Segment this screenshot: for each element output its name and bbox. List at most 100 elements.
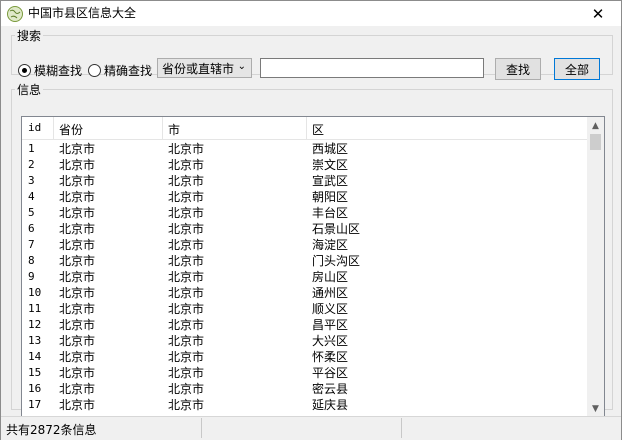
list-item[interactable]: 14 北京市 北京市 怀柔区 [22,349,587,365]
cell-district: 门头沟区 [312,254,361,268]
column-divider[interactable] [162,117,163,139]
cell-province: 北京市 [59,286,96,300]
fuzzy-search-radio[interactable]: 模糊查找 [18,62,82,79]
search-group-label: 搜索 [17,29,42,43]
list-item[interactable]: 7 北京市 北京市 海淀区 [22,237,587,253]
cell-province: 北京市 [59,270,96,284]
cell-province: 北京市 [59,318,96,332]
cell-province: 北京市 [59,350,96,364]
cell-district: 海淀区 [312,238,349,252]
fuzzy-search-label: 模糊查找 [34,64,83,78]
cell-district: 平谷区 [312,366,349,380]
status-count: 共有2872条信息 [6,423,97,437]
show-all-button[interactable]: 全部 [554,58,600,80]
cell-province: 北京市 [59,222,96,236]
cell-city: 北京市 [168,334,205,348]
list-item[interactable]: 2 北京市 北京市 崇文区 [22,157,587,173]
list-item[interactable]: 6 北京市 北京市 石景山区 [22,221,587,237]
cell-province: 北京市 [59,206,96,220]
cell-id: 8 [28,254,35,267]
list-item[interactable]: 13 北京市 北京市 大兴区 [22,333,587,349]
cell-province: 北京市 [59,158,96,172]
region-list[interactable]: id 省份 市 区 1 北京市 北京市 西城区 2 北京市 北京市 崇文区 3 北京市 北京市 宣武区… [21,116,605,418]
cell-city: 北京市 [168,142,205,156]
cell-province: 北京市 [59,302,96,316]
cell-district: 房山区 [312,270,349,284]
dropdown-value: 省份或直辖市 [162,61,235,76]
find-button[interactable]: 查找 [495,58,541,80]
cell-city: 北京市 [168,350,205,364]
globe-icon [7,6,23,22]
cell-id: 17 [28,398,42,411]
cell-city: 北京市 [168,238,205,252]
cell-city: 北京市 [168,302,205,316]
window-title: 中国市县区信息大全 [28,6,137,20]
province-dropdown[interactable]: 省份或直辖市 ⌄ [157,58,252,78]
list-item[interactable]: 5 北京市 北京市 丰台区 [22,205,587,221]
list-item[interactable]: 11 北京市 北京市 顺义区 [22,301,587,317]
list-item[interactable]: 3 北京市 北京市 宣武区 [22,173,587,189]
list-header: id 省份 市 区 [22,117,587,140]
cell-id: 11 [28,302,42,315]
column-header-province[interactable]: 省份 [59,121,83,138]
cell-city: 北京市 [168,174,205,188]
cell-city: 北京市 [168,190,205,204]
cell-district: 怀柔区 [312,350,349,364]
column-header-id[interactable]: id [28,121,41,134]
cell-district: 延庆县 [312,398,349,412]
cell-id: 2 [28,158,35,171]
cell-province: 北京市 [59,398,96,412]
search-group: 搜索 模糊查找 精确查找 省份或直辖市 ⌄ 查找 全部 [11,27,613,80]
cell-id: 14 [28,350,42,363]
cell-province: 北京市 [59,190,96,204]
column-header-district[interactable]: 区 [312,121,324,138]
title-bar[interactable]: 中国市县区信息大全 ✕ [1,1,621,26]
column-divider[interactable] [306,117,307,139]
status-divider [401,418,402,438]
list-item[interactable]: 4 北京市 北京市 朝阳区 [22,189,587,205]
main-window: 中国市县区信息大全 ✕ 搜索 模糊查找 精确查找 省份或直辖市 ⌄ 查找 全部 … [0,0,622,440]
vertical-scrollbar[interactable]: ▲ ▼ [587,117,604,417]
scroll-down-icon[interactable]: ▼ [587,400,604,417]
close-button[interactable]: ✕ [575,1,621,26]
cell-id: 1 [28,142,35,155]
cell-city: 北京市 [168,254,205,268]
cell-id: 9 [28,270,35,283]
close-icon: ✕ [591,4,605,23]
list-item[interactable]: 15 北京市 北京市 平谷区 [22,365,587,381]
list-item[interactable]: 10 北京市 北京市 通州区 [22,285,587,301]
cell-province: 北京市 [59,174,96,188]
cell-id: 13 [28,334,42,347]
radio-unselected-icon [88,64,101,77]
cell-district: 昌平区 [312,318,349,332]
cell-city: 北京市 [168,318,205,332]
cell-id: 16 [28,382,42,395]
cell-district: 西城区 [312,142,349,156]
cell-province: 北京市 [59,238,96,252]
list-item[interactable]: 1 北京市 北京市 西城区 [22,141,587,157]
search-input[interactable] [260,58,484,78]
list-item[interactable]: 17 北京市 北京市 延庆县 [22,397,587,413]
cell-district: 朝阳区 [312,190,349,204]
list-item[interactable]: 12 北京市 北京市 昌平区 [22,317,587,333]
list-item[interactable]: 9 北京市 北京市 房山区 [22,269,587,285]
cell-city: 北京市 [168,382,205,396]
radio-selected-icon [18,64,31,77]
cell-city: 北京市 [168,222,205,236]
cell-city: 北京市 [168,270,205,284]
list-item[interactable]: 16 北京市 北京市 密云县 [22,381,587,397]
cell-id: 10 [28,286,42,299]
cell-city: 北京市 [168,286,205,300]
column-divider[interactable] [53,117,54,139]
scroll-up-icon[interactable]: ▲ [587,117,604,134]
cell-id: 3 [28,174,35,187]
cell-province: 北京市 [59,366,96,380]
exact-search-radio[interactable]: 精确查找 [88,62,152,79]
cell-id: 6 [28,222,35,235]
scrollbar-thumb[interactable] [590,134,601,150]
cell-district: 通州区 [312,286,349,300]
status-divider [201,418,202,438]
list-item[interactable]: 8 北京市 北京市 门头沟区 [22,253,587,269]
cell-province: 北京市 [59,142,96,156]
column-header-city[interactable]: 市 [168,121,180,138]
